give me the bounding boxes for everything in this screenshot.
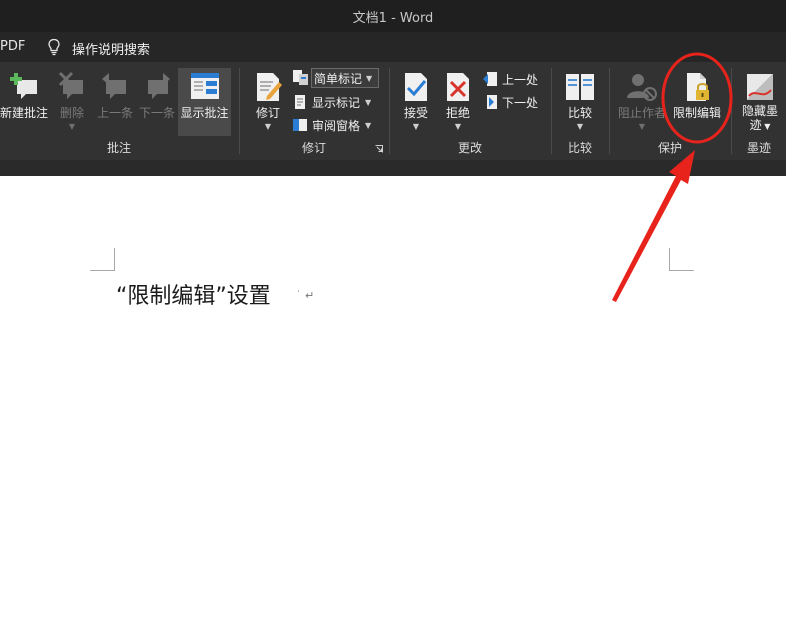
ribbon-bottom-band xyxy=(0,160,786,176)
delete-comment-label: 删除 xyxy=(59,106,84,120)
show-comments-label: 显示批注 xyxy=(180,106,229,120)
next-change-button[interactable]: 下一处 xyxy=(482,92,538,112)
group-label-comments: 批注 xyxy=(106,141,131,155)
group-compare: 比较 ▼ 比较 xyxy=(552,62,608,160)
compare-icon xyxy=(566,74,594,100)
reviewing-pane-button[interactable]: 审阅窗格 ▼ xyxy=(292,115,371,135)
title-bar: 文档1 - Word xyxy=(0,0,786,32)
accept-label: 接受 xyxy=(403,106,428,120)
show-markup-label: 显示标记 xyxy=(312,95,361,110)
space-mark: · xyxy=(297,287,300,297)
previous-comment-icon xyxy=(102,73,126,99)
chevron-down-icon: ▼ xyxy=(638,122,646,131)
menu-bar: PDF 操作说明搜索 xyxy=(0,32,786,62)
markup-mode-select[interactable]: 简单标记 ▼ xyxy=(311,68,379,88)
previous-comment-label: 上一条 xyxy=(96,106,133,120)
block-authors-button[interactable]: 阻止作者 ▼ xyxy=(618,68,666,136)
chevron-down-icon: ▼ xyxy=(576,122,584,131)
group-tracking: 修订 ▼ 简单标记 ▼ 显示标记 ▼ 审阅窗格 ▼ 修订 xyxy=(240,62,388,160)
group-label-protect: 保护 xyxy=(657,141,682,155)
chevron-down-icon: ▼ xyxy=(264,122,272,131)
block-authors-label: 阻止作者 xyxy=(618,106,667,120)
margin-corner-top-right xyxy=(669,248,694,271)
accept-button[interactable]: 接受 ▼ xyxy=(398,68,434,136)
markup-mode-icon xyxy=(293,70,308,85)
chevron-down-icon: ▼ xyxy=(365,97,372,107)
previous-change-button[interactable]: 上一处 xyxy=(482,69,538,89)
show-comments-icon xyxy=(190,73,219,99)
compare-button[interactable]: 比较 ▼ xyxy=(562,68,598,136)
track-changes-button[interactable]: 修订 ▼ xyxy=(250,68,286,136)
reviewing-pane-icon xyxy=(293,119,307,131)
reject-button[interactable]: 拒绝 ▼ xyxy=(440,68,476,136)
hide-ink-label-line2: 迹 xyxy=(749,118,762,132)
new-comment-button[interactable]: 新建批注 xyxy=(0,68,48,136)
hide-ink-icon xyxy=(747,74,773,100)
margin-corner-top-left xyxy=(90,248,115,271)
reviewing-pane-label: 审阅窗格 xyxy=(312,118,361,133)
show-markup-button[interactable]: 显示标记 ▼ xyxy=(292,92,371,112)
delete-comment-icon xyxy=(58,71,83,99)
group-protect: 阻止作者 ▼ 限制编辑 保护 xyxy=(610,62,730,160)
restrict-editing-icon xyxy=(687,73,709,101)
group-label-ink: 墨迹 xyxy=(746,141,771,155)
ribbon-review: 新建批注 删除 ▼ 上一条 下一条 显示批注 批注 修订 ▼ 简单标记 ▼ 显示… xyxy=(0,62,786,160)
accept-icon xyxy=(405,73,427,101)
chevron-down-icon: ▼ xyxy=(761,122,771,131)
group-changes: 接受 ▼ 拒绝 ▼ 上一处 下一处 更改 xyxy=(390,62,550,160)
previous-change-icon xyxy=(483,72,497,86)
reject-label: 拒绝 xyxy=(445,106,470,120)
restrict-editing-label: 限制编辑 xyxy=(672,106,721,120)
document-body-text[interactable]: “限制编辑”设置 xyxy=(116,278,271,310)
chevron-down-icon: ▼ xyxy=(365,120,372,130)
reject-icon xyxy=(447,73,469,101)
next-change-label: 下一处 xyxy=(502,95,539,110)
compare-label: 比较 xyxy=(567,106,592,120)
dialog-launcher-icon[interactable] xyxy=(375,145,383,153)
window-title: 文档1 - Word xyxy=(352,11,434,26)
delete-comment-button[interactable]: 删除 ▼ xyxy=(52,68,92,136)
next-comment-icon xyxy=(148,73,170,99)
tab-pdf[interactable]: PDF xyxy=(0,39,25,54)
track-changes-label: 修订 xyxy=(255,106,280,120)
group-label-changes: 更改 xyxy=(457,141,482,155)
hide-ink-label: 隐藏墨 迹 ▼ xyxy=(736,104,784,134)
block-authors-icon xyxy=(627,74,657,101)
hide-ink-label-line1: 隐藏墨 xyxy=(741,104,778,118)
restrict-editing-button[interactable]: 限制编辑 xyxy=(672,68,722,136)
next-comment-button[interactable]: 下一条 xyxy=(137,68,177,136)
chevron-down-icon: ▼ xyxy=(454,122,462,131)
group-comments: 新建批注 删除 ▼ 上一条 下一条 显示批注 批注 xyxy=(0,62,238,160)
markup-mode-value: 简单标记 xyxy=(314,71,363,86)
show-comments-button[interactable]: 显示批注 xyxy=(178,68,231,136)
previous-comment-button[interactable]: 上一条 xyxy=(95,68,135,136)
document-page[interactable] xyxy=(0,176,786,618)
lightbulb-icon[interactable] xyxy=(46,38,62,56)
group-label-compare: 比较 xyxy=(567,141,592,155)
new-comment-icon xyxy=(10,73,37,99)
previous-change-label: 上一处 xyxy=(502,72,539,87)
group-label-tracking: 修订 xyxy=(301,141,326,155)
show-markup-icon xyxy=(295,95,305,109)
hide-ink-button[interactable]: 隐藏墨 迹 ▼ xyxy=(740,68,780,136)
chevron-down-icon: ▼ xyxy=(412,122,420,131)
chevron-down-icon: ▼ xyxy=(366,73,373,83)
track-changes-icon xyxy=(257,73,282,101)
tell-me-search[interactable]: 操作说明搜索 xyxy=(72,39,150,58)
group-ink: 隐藏墨 迹 ▼ 墨迹 xyxy=(732,62,786,160)
chevron-down-icon: ▼ xyxy=(68,122,76,131)
paragraph-mark-icon: ↵ xyxy=(305,289,315,302)
next-change-icon xyxy=(487,95,497,109)
new-comment-label: 新建批注 xyxy=(0,106,48,120)
